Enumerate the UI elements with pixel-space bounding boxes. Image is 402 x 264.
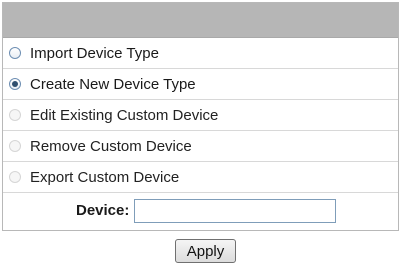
option-remove-custom-device: Remove Custom Device: [3, 131, 398, 162]
option-label: Remove Custom Device: [30, 137, 192, 155]
radio-import-device-type[interactable]: [9, 47, 21, 59]
device-field-row: Device:: [3, 193, 398, 228]
option-label: Create New Device Type: [30, 75, 196, 93]
radio-edit-existing-custom-device: [9, 109, 21, 121]
panel-header: [3, 3, 398, 38]
device-label: Device:: [76, 202, 130, 219]
device-type-panel: Import Device Type Create New Device Typ…: [2, 2, 399, 231]
option-label: Import Device Type: [30, 44, 159, 62]
radio-create-new-device-type[interactable]: [9, 78, 21, 90]
option-label: Edit Existing Custom Device: [30, 106, 219, 124]
option-edit-existing-custom-device: Edit Existing Custom Device: [3, 100, 398, 131]
device-input[interactable]: [134, 198, 337, 223]
option-create-new-device-type[interactable]: Create New Device Type: [3, 69, 398, 100]
radio-export-custom-device: [9, 171, 21, 183]
apply-button[interactable]: Apply: [175, 239, 236, 263]
option-import-device-type[interactable]: Import Device Type: [3, 38, 398, 69]
option-export-custom-device: Export Custom Device: [3, 162, 398, 193]
option-label: Export Custom Device: [30, 168, 180, 186]
radio-remove-custom-device: [9, 140, 21, 152]
